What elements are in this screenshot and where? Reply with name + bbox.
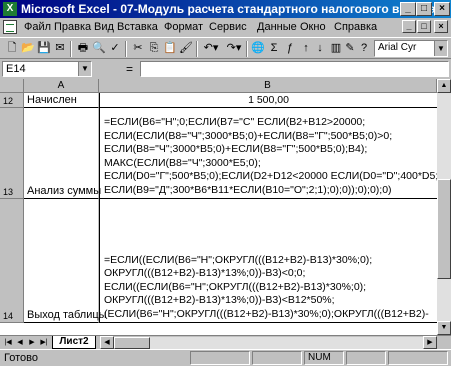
email-icon[interactable]: ✉ <box>52 41 68 56</box>
undo-icon[interactable]: ↶▾ <box>200 41 222 56</box>
window-title: Microsoft Excel - 07-Модуль расчета стан… <box>21 2 436 16</box>
doc-minimize-button[interactable]: _ <box>402 20 416 33</box>
menu-bar: Файл Правка Вид Вставка Формат Сервис Да… <box>0 18 451 37</box>
status-bar: Готово NUM <box>0 349 451 366</box>
row-header[interactable]: 14 <box>0 199 24 323</box>
doc-restore-button[interactable]: □ <box>417 20 431 33</box>
status-text: Готово <box>4 352 38 364</box>
help-icon[interactable]: ? <box>356 41 372 56</box>
formula-bar: E14 ▼ = <box>0 60 451 79</box>
horizontal-scrollbar[interactable]: ◀ ▶ <box>100 336 437 349</box>
function-icon[interactable]: ƒ <box>282 41 298 56</box>
row-number: 13 <box>3 187 14 197</box>
scroll-left-icon[interactable]: ◀ <box>100 336 114 349</box>
close-button[interactable]: × <box>434 2 450 16</box>
sheet-tab[interactable]: Лист2 <box>52 336 96 349</box>
cut-icon[interactable]: ✂ <box>130 41 146 56</box>
horizontal-scroll-thumb[interactable] <box>114 337 150 349</box>
column-header-b[interactable]: B <box>99 79 437 93</box>
paste-icon[interactable]: 📋 <box>162 41 178 56</box>
column-header-a[interactable]: A <box>24 79 99 93</box>
chevron-down-icon[interactable]: ▼ <box>434 41 447 56</box>
first-sheet-icon[interactable]: |◀ <box>2 337 14 349</box>
row-number: 12 <box>3 96 14 106</box>
menu-help[interactable]: Справка <box>334 21 377 33</box>
print-icon[interactable]: 🖶 <box>75 41 91 56</box>
status-panel <box>190 351 250 365</box>
open-icon[interactable]: 📂 <box>20 41 36 56</box>
row-number: 14 <box>3 311 14 321</box>
menu-file[interactable]: Файл <box>24 21 51 33</box>
standard-toolbar: 🗋 📂 💾 ✉ 🖶 🔍 ✓ ✂ ⎘ 📋 🖌 ↶▾ ↷▾ 🌐 Σ ƒ ↑ ↓ ▥ … <box>0 37 451 59</box>
scroll-up-icon[interactable]: ▲ <box>437 79 451 93</box>
scroll-down-icon[interactable]: ▼ <box>437 321 451 335</box>
chevron-down-icon[interactable]: ▼ <box>78 62 91 76</box>
name-box-value: E14 <box>6 63 26 75</box>
menu-view[interactable]: Вид <box>94 21 114 33</box>
preview-icon[interactable]: 🔍 <box>91 41 107 56</box>
cell-label-text: Выход таблицы <box>27 309 107 321</box>
row-header[interactable]: 12 <box>0 93 24 108</box>
vertical-scrollbar[interactable]: ▲ ▼ <box>437 79 451 335</box>
spellcheck-icon[interactable]: ✓ <box>107 41 123 56</box>
cell-value-text: 1 500,00 <box>248 94 289 106</box>
equals-icon[interactable]: = <box>126 62 133 76</box>
copy-icon[interactable]: ⎘ <box>146 41 162 56</box>
status-panel <box>388 351 448 365</box>
select-all-corner[interactable] <box>0 79 24 93</box>
menu-edit[interactable]: Правка <box>54 21 91 33</box>
hyperlink-icon[interactable]: 🌐 <box>250 41 266 56</box>
worksheet-grid[interactable]: A B 12 Начислен 1 500,00 13 Анализ суммы… <box>0 79 437 335</box>
doc-close-button[interactable]: × <box>434 20 448 33</box>
minimize-button[interactable]: _ <box>400 2 416 16</box>
status-panel <box>252 351 302 365</box>
toolbar-separator <box>246 41 248 57</box>
cell-formula-text: =ЕСЛИ((ЕСЛИ(B6="Н";ОКРУГЛ(((B12+B2)-B13)… <box>104 253 429 320</box>
font-name-value: Arial Cyr <box>378 42 417 53</box>
sort-desc-icon[interactable]: ↓ <box>312 41 328 56</box>
title-bar: X Microsoft Excel - 07-Модуль расчета ст… <box>0 0 451 18</box>
prev-sheet-icon[interactable]: ◀ <box>14 337 26 349</box>
menu-tools[interactable]: Сервис <box>209 21 247 33</box>
autosum-icon[interactable]: Σ <box>266 41 282 56</box>
cell-label[interactable]: Выход таблицы <box>24 199 107 323</box>
toolbar-separator <box>125 41 127 57</box>
cell-label[interactable]: Начислен <box>24 93 99 108</box>
save-icon[interactable]: 💾 <box>36 41 52 56</box>
menu-data[interactable]: Данные <box>257 21 297 33</box>
cell-label[interactable]: Анализ суммы <box>24 108 102 199</box>
sheet-tabs-bar: |◀ ◀ ▶ ▶| Лист2 ◀ ▶ <box>0 335 451 349</box>
restore-button[interactable]: □ <box>416 2 432 16</box>
row-header[interactable]: 13 <box>0 108 24 199</box>
cell-formula[interactable]: =ЕСЛИ(B6="Н";0;ЕСЛИ(B7="С" ЕСЛИ(B2+B12>2… <box>99 108 437 199</box>
cell-label-text: Анализ суммы <box>27 185 102 197</box>
name-box[interactable]: E14 ▼ <box>2 61 92 77</box>
workbook-icon[interactable] <box>3 20 17 34</box>
next-sheet-icon[interactable]: ▶ <box>26 337 38 349</box>
redo-icon[interactable]: ↷▾ <box>224 41 244 56</box>
toolbar-separator <box>196 41 198 57</box>
cell-label-text: Начислен <box>27 94 77 106</box>
font-name-select[interactable]: Arial Cyr ▼ <box>374 40 448 57</box>
toolbar-separator <box>70 41 72 57</box>
status-panel <box>346 351 386 365</box>
cell-formula[interactable]: =ЕСЛИ((ЕСЛИ(B6="Н";ОКРУГЛ(((B12+B2)-B13)… <box>99 199 437 323</box>
menu-window[interactable]: Окно <box>300 21 326 33</box>
formula-input[interactable] <box>140 61 449 77</box>
scroll-right-icon[interactable]: ▶ <box>423 336 437 349</box>
format-painter-icon[interactable]: 🖌 <box>178 41 194 56</box>
new-icon[interactable]: 🗋 <box>4 41 20 56</box>
cell-value[interactable]: 1 500,00 <box>99 93 437 108</box>
cell-formula-text: =ЕСЛИ(B6="Н";0;ЕСЛИ(B7="С" ЕСЛИ(B2+B12>2… <box>104 116 437 196</box>
menu-format[interactable]: Формат <box>164 21 203 33</box>
last-sheet-icon[interactable]: ▶| <box>38 337 50 349</box>
menu-insert[interactable]: Вставка <box>117 21 158 33</box>
excel-app-icon[interactable]: X <box>3 2 17 16</box>
vertical-scroll-thumb[interactable] <box>437 179 451 279</box>
num-lock-indicator: NUM <box>304 351 344 365</box>
